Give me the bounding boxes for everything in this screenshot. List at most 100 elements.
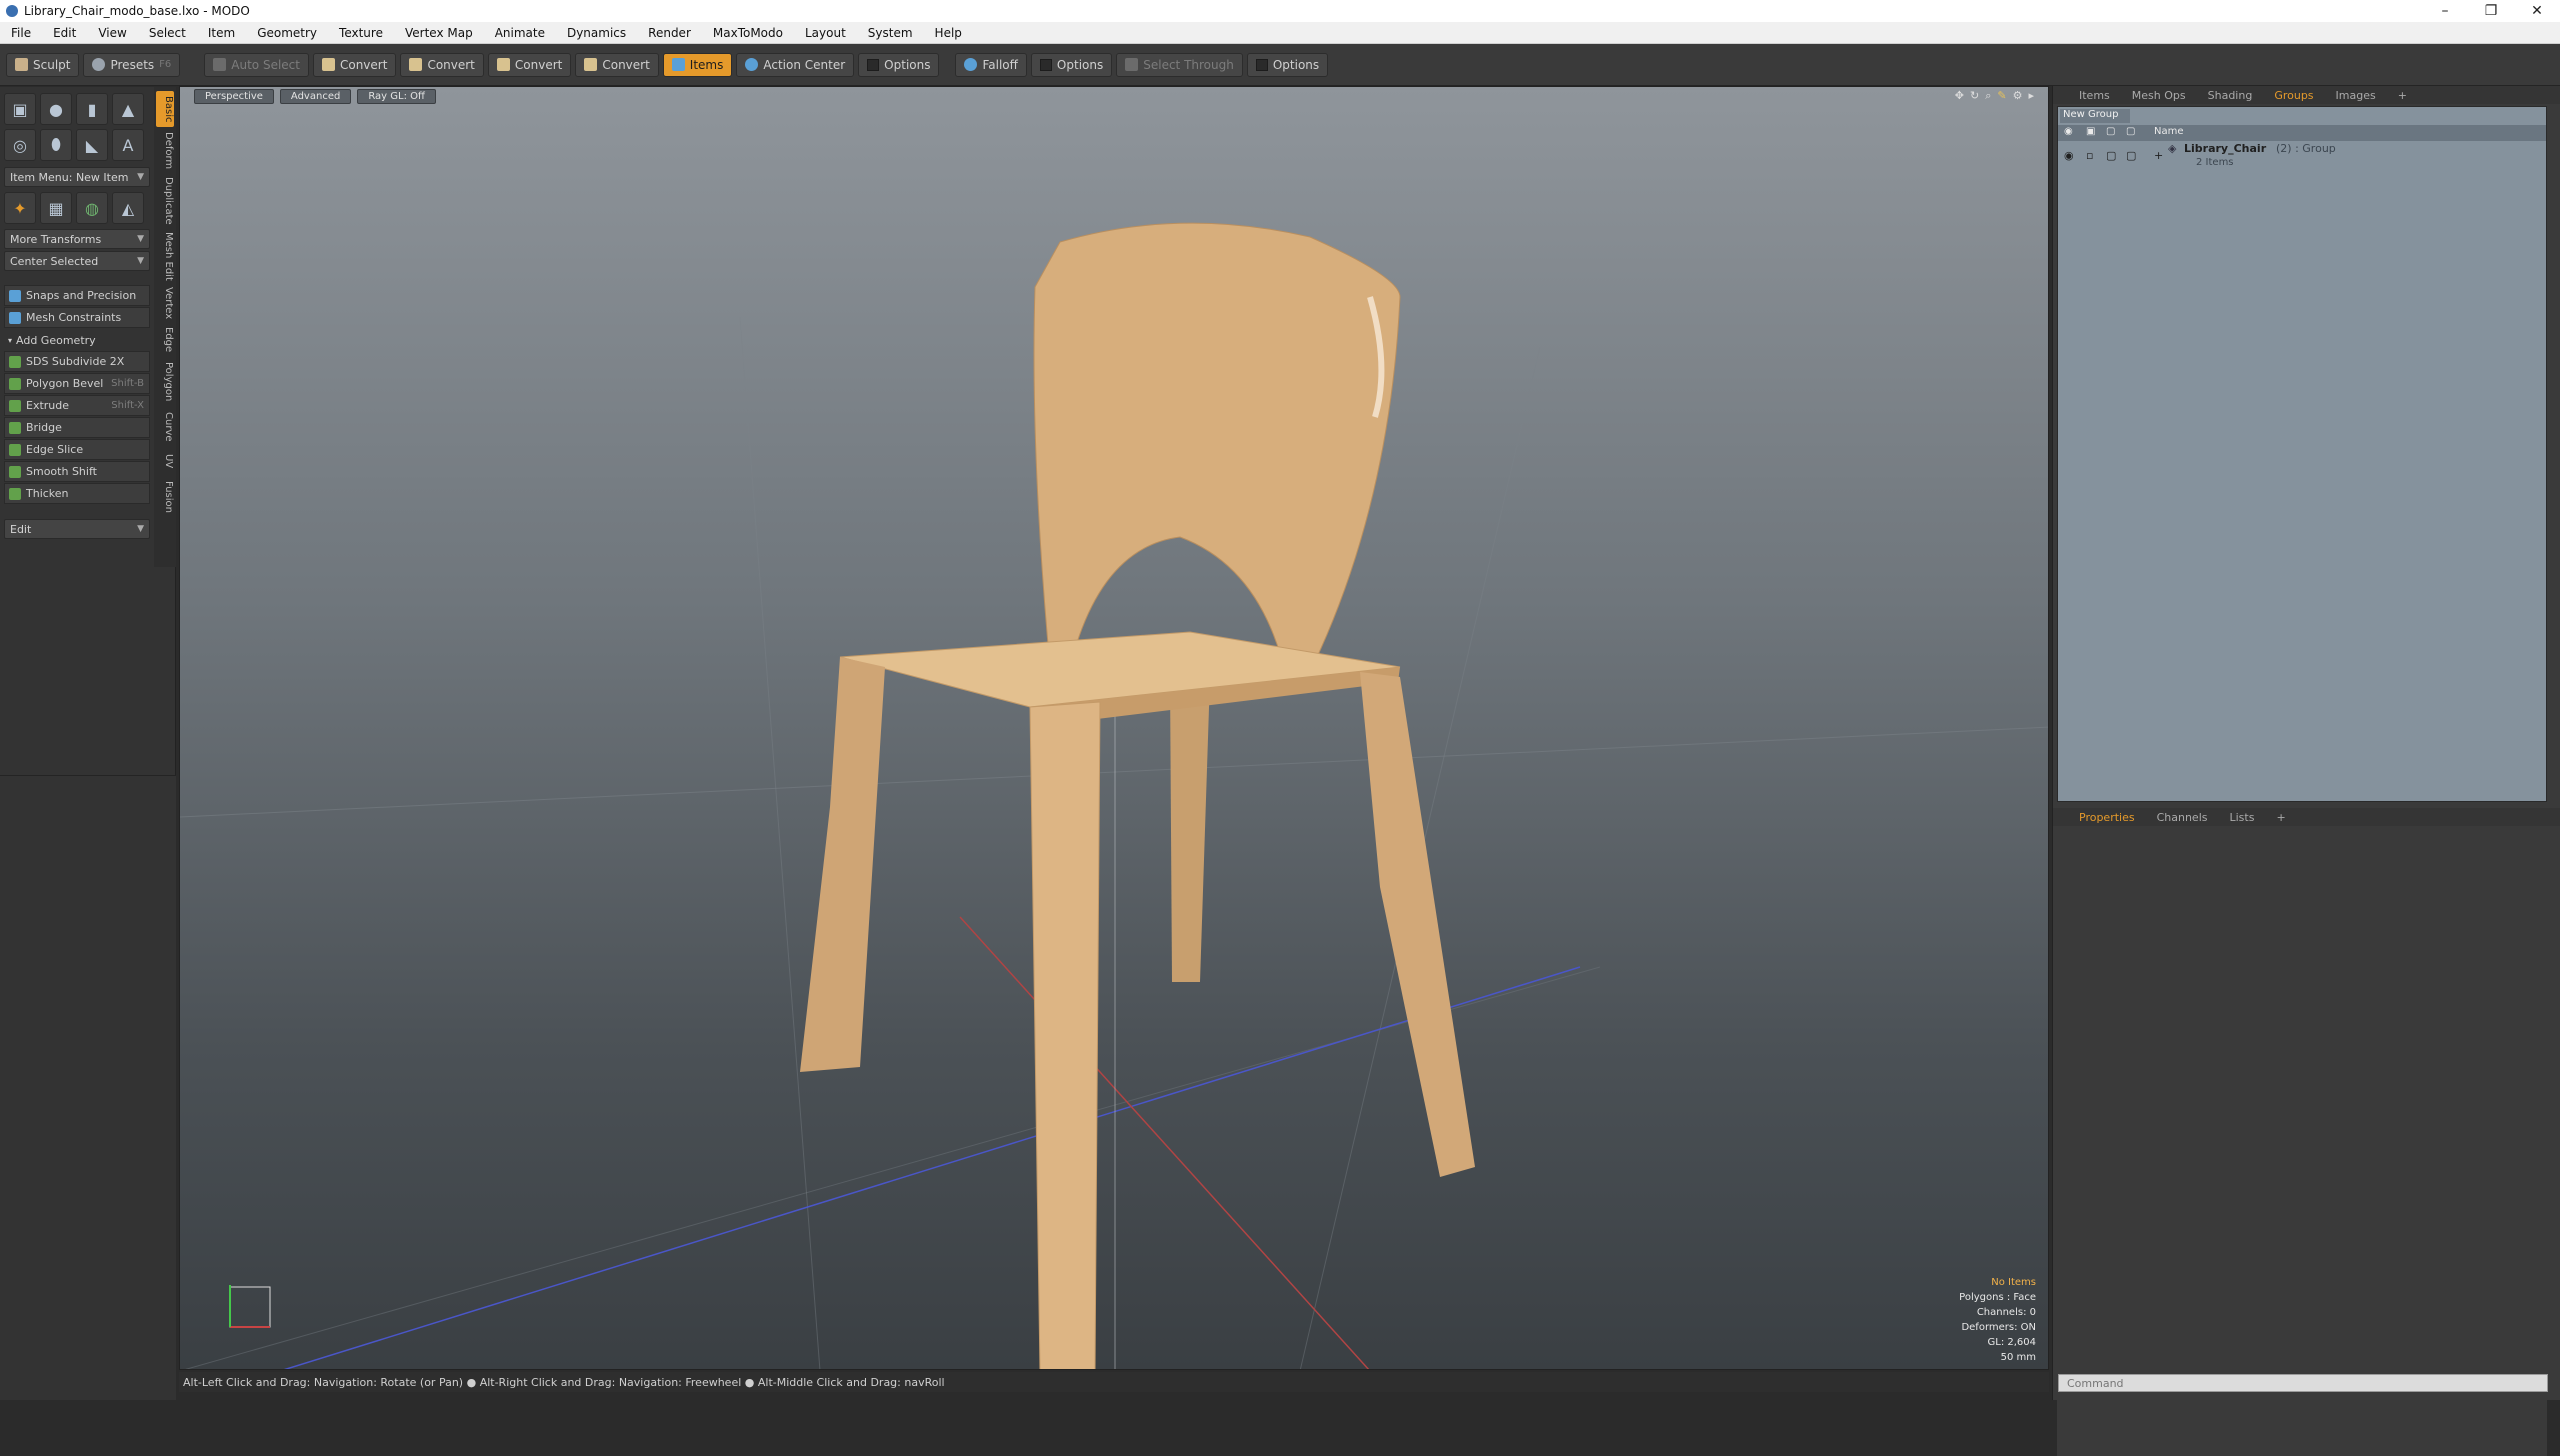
- tab-mesh-ops[interactable]: Mesh Ops: [2122, 89, 2196, 102]
- advanced-button[interactable]: Advanced: [279, 88, 352, 104]
- text-icon[interactable]: A: [112, 129, 144, 161]
- camera-icon[interactable]: ◭: [112, 192, 144, 224]
- 3d-viewport[interactable]: Perspective Advanced Ray GL: Off ✥ ↻ ⌕ ✎…: [179, 86, 2049, 1370]
- tab-images[interactable]: Images: [2326, 89, 2386, 102]
- convert-vertices-button[interactable]: Convert: [312, 52, 397, 77]
- convert-polygons-button[interactable]: Convert: [487, 52, 572, 77]
- eye-toggle-icon[interactable]: ◉: [2064, 149, 2074, 162]
- tab-basic[interactable]: Basic: [156, 91, 174, 127]
- menu-render[interactable]: Render: [637, 26, 702, 40]
- tab-edge[interactable]: Edge: [156, 325, 174, 355]
- menu-maxtomodo[interactable]: MaxToModo: [702, 26, 794, 40]
- command-input[interactable]: Command: [2058, 1374, 2548, 1392]
- perspective-button[interactable]: Perspective: [194, 88, 274, 104]
- menu-vertex-map[interactable]: Vertex Map: [394, 26, 484, 40]
- snaps-precision-button[interactable]: Snaps and Precision: [4, 285, 150, 306]
- select-toggle-icon[interactable]: ▢: [2106, 149, 2116, 162]
- tab-curve[interactable]: Curve: [156, 409, 174, 445]
- more-transforms-dropdown[interactable]: More Transforms ▼: [4, 229, 150, 249]
- tab-mesh-edit[interactable]: Mesh Edit: [156, 231, 174, 281]
- menu-dynamics[interactable]: Dynamics: [556, 26, 637, 40]
- tab-shading[interactable]: Shading: [2198, 89, 2263, 102]
- options-checkbox[interactable]: [867, 58, 880, 71]
- menu-item[interactable]: Item: [197, 26, 246, 40]
- menu-view[interactable]: View: [87, 26, 137, 40]
- options-checkbox[interactable]: [1039, 58, 1052, 71]
- grid-icon[interactable]: ▦: [40, 192, 72, 224]
- tab-duplicate[interactable]: Duplicate: [156, 175, 174, 227]
- tab-fusion[interactable]: Fusion: [156, 477, 174, 517]
- presets-button[interactable]: Presets F6: [83, 52, 181, 77]
- tab-groups[interactable]: Groups: [2264, 89, 2323, 102]
- rotate-view-icon[interactable]: ↻: [1970, 89, 1979, 103]
- tool-smooth-shift[interactable]: Smooth Shift: [4, 461, 150, 482]
- convert-edges-button[interactable]: Convert: [400, 52, 484, 77]
- menu-file[interactable]: File: [0, 26, 42, 40]
- action-center-button[interactable]: Action Center: [736, 52, 855, 77]
- gear-icon[interactable]: ⚙: [2013, 89, 2023, 103]
- item-menu-dropdown[interactable]: Item Menu: New Item ▼: [4, 167, 150, 187]
- options-button-2[interactable]: Options: [1030, 52, 1113, 77]
- add-tab-button-2[interactable]: +: [2266, 811, 2295, 824]
- center-selected-dropdown[interactable]: Center Selected ▼: [4, 251, 150, 271]
- menu-help[interactable]: Help: [924, 26, 973, 40]
- expand-arrow-icon[interactable]: ▸: [2028, 89, 2034, 103]
- group-row-library-chair[interactable]: ◉ ▫ ▢ ▢ + ◈ Library_Chair (2) : Group 2 …: [2058, 141, 2546, 173]
- expand-plus-icon[interactable]: +: [2154, 149, 2163, 162]
- menu-edit[interactable]: Edit: [42, 26, 87, 40]
- lock-toggle-icon[interactable]: ▫: [2086, 149, 2093, 162]
- options-checkbox[interactable]: [1255, 58, 1268, 71]
- auto-select-button[interactable]: Auto Select: [204, 52, 309, 77]
- menu-layout[interactable]: Layout: [794, 26, 857, 40]
- tool-edge-slice[interactable]: Edge Slice: [4, 439, 150, 460]
- select-through-button[interactable]: Select Through: [1116, 52, 1243, 77]
- tool-sds-subdivide[interactable]: SDS Subdivide 2X: [4, 351, 150, 372]
- menu-geometry[interactable]: Geometry: [246, 26, 328, 40]
- sphere-icon[interactable]: ●: [40, 93, 72, 125]
- tool-polygon-bevel[interactable]: Polygon Bevel Shift-B: [4, 373, 150, 394]
- menu-select[interactable]: Select: [138, 26, 197, 40]
- torus-icon[interactable]: ◎: [4, 129, 36, 161]
- add-tab-button[interactable]: +: [2388, 89, 2417, 102]
- tool-thicken[interactable]: Thicken: [4, 483, 150, 504]
- maximize-button[interactable]: ❐: [2468, 3, 2514, 19]
- add-geometry-header[interactable]: ▾ Add Geometry: [4, 331, 150, 349]
- new-group-button[interactable]: New Group: [2060, 109, 2130, 123]
- cube-icon[interactable]: ▣: [4, 93, 36, 125]
- zoom-view-icon[interactable]: ⌕: [1985, 89, 1991, 103]
- cone-icon[interactable]: ▲: [112, 93, 144, 125]
- raygl-button[interactable]: Ray GL: Off: [357, 88, 436, 104]
- edit-dropdown[interactable]: Edit ▼: [4, 519, 150, 539]
- tab-vertex[interactable]: Vertex: [156, 285, 174, 321]
- tab-items[interactable]: Items: [2069, 89, 2120, 102]
- tab-channels[interactable]: Channels: [2147, 811, 2218, 824]
- tab-deform[interactable]: Deform: [156, 131, 174, 171]
- menu-texture[interactable]: Texture: [328, 26, 394, 40]
- options-button-3[interactable]: Options: [1246, 52, 1329, 77]
- tab-uv[interactable]: UV: [156, 449, 174, 473]
- tool-bridge[interactable]: Bridge: [4, 417, 150, 438]
- tool-extrude[interactable]: Extrude Shift-X: [4, 395, 150, 416]
- close-button[interactable]: ✕: [2514, 3, 2560, 19]
- convert-materials-button[interactable]: Convert: [575, 52, 659, 77]
- minimize-button[interactable]: –: [2422, 3, 2468, 19]
- wedge-icon[interactable]: ◣: [76, 129, 108, 161]
- sculpt-button[interactable]: Sculpt: [6, 52, 80, 77]
- menu-animate[interactable]: Animate: [484, 26, 556, 40]
- render-toggle-icon[interactable]: ▢: [2126, 149, 2136, 162]
- cylinder-icon[interactable]: ▮: [76, 93, 108, 125]
- capsule-icon[interactable]: ⬮: [40, 129, 72, 161]
- falloff-button[interactable]: Falloff: [955, 52, 1027, 77]
- tab-polygon[interactable]: Polygon: [156, 359, 174, 405]
- tab-properties[interactable]: Properties: [2069, 811, 2145, 824]
- items-mode-button[interactable]: Items: [662, 52, 733, 77]
- menu-system[interactable]: System: [857, 26, 924, 40]
- brush-view-icon[interactable]: ✎: [1997, 89, 2006, 103]
- options-button-1[interactable]: Options: [858, 52, 940, 77]
- locator-icon[interactable]: ✦: [4, 192, 36, 224]
- move-view-icon[interactable]: ✥: [1955, 89, 1964, 103]
- more-transforms-label: More Transforms: [10, 232, 102, 246]
- globe-icon[interactable]: ◍: [76, 192, 108, 224]
- tab-lists[interactable]: Lists: [2220, 811, 2265, 824]
- mesh-constraints-button[interactable]: Mesh Constraints: [4, 307, 150, 328]
